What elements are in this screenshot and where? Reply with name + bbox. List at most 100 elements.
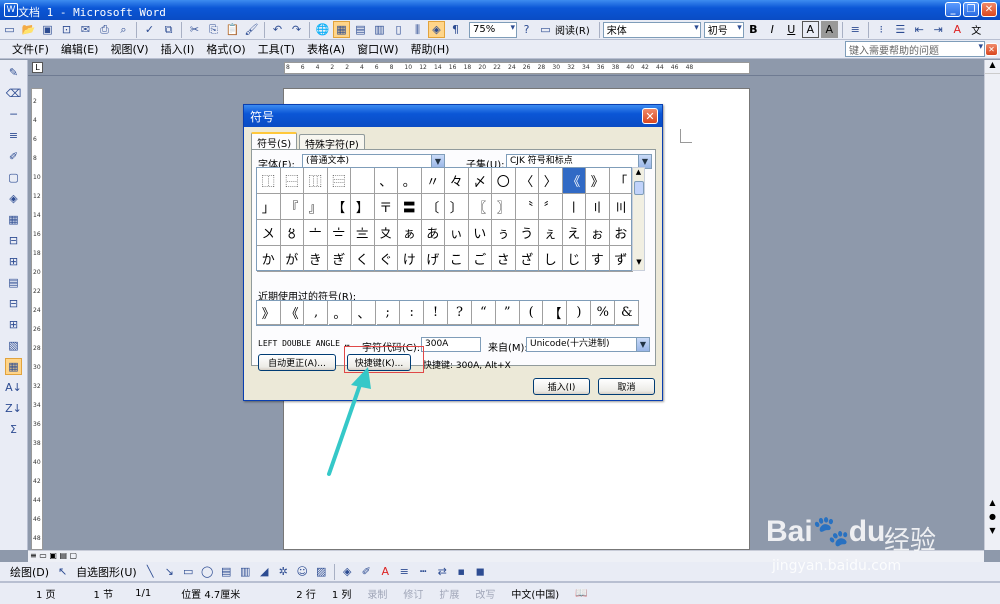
zoom-select[interactable]: 75%	[469, 21, 517, 38]
horizontal-ruler[interactable]: L 8 6 4 2 2 4 6 8 10 12 14 16 18 20 22 24 26 28 30 32 34 36 38…	[28, 60, 1000, 76]
arrow-icon[interactable]: ↘	[161, 563, 178, 580]
menu-table[interactable]: 表格(A)	[307, 41, 345, 57]
symbol-cell[interactable]: ご	[468, 246, 492, 272]
symbol-cell[interactable]: 「	[609, 168, 633, 194]
symbol-cell[interactable]: ぁ	[398, 220, 422, 246]
align-justify-icon[interactable]: ≡	[847, 21, 864, 38]
bullets-icon[interactable]: ☰	[892, 21, 909, 38]
symbol-cell[interactable]: 》	[586, 168, 610, 194]
menu-help[interactable]: 帮助(H)	[411, 41, 450, 57]
line-weight-icon[interactable]: ≡	[5, 127, 22, 144]
symbol-cell[interactable]: 』	[304, 194, 328, 220]
draw-line-style-icon[interactable]: ≡	[396, 563, 413, 580]
wordart-icon[interactable]: ◢	[256, 563, 273, 580]
symbol-cell[interactable]: 〝	[515, 194, 539, 220]
document-map-icon[interactable]: ◈	[428, 21, 445, 38]
format-painter-icon[interactable]: 🖌	[243, 21, 260, 38]
symbol-cell[interactable]: く	[351, 246, 375, 272]
spelling-status-icon[interactable]: 📖	[567, 588, 595, 599]
symbol-cell[interactable]: ぅ	[492, 220, 516, 246]
research-icon[interactable]: ⧉	[160, 21, 177, 38]
symbol-cell[interactable]: 々	[445, 168, 469, 194]
autoformat-icon[interactable]: ▧	[5, 337, 22, 354]
dialog-close-button[interactable]: ✕	[642, 108, 658, 124]
help-icon[interactable]: ?	[518, 21, 535, 38]
menu-edit[interactable]: 编辑(E)	[61, 41, 99, 57]
tables-borders-icon[interactable]: ▦	[333, 21, 350, 38]
underline-button[interactable]: U	[783, 21, 800, 38]
symbol-cell[interactable]: ぇ	[539, 220, 563, 246]
numbering-icon[interactable]: ⁝	[873, 21, 890, 38]
recent-symbol-cell[interactable]: !	[424, 301, 448, 325]
grid-scroll-down-icon[interactable]: ▼	[633, 258, 645, 270]
spelling-icon[interactable]: ✓	[141, 21, 158, 38]
symbol-cell[interactable]: お	[609, 220, 633, 246]
fill-color-icon[interactable]: ◈	[339, 563, 356, 580]
grid-scroll-thumb[interactable]	[634, 181, 644, 195]
eraser-icon[interactable]: ⌫	[5, 85, 22, 102]
symbol-cell[interactable]: 〇	[492, 168, 516, 194]
status-trk[interactable]: 修订	[395, 586, 431, 601]
symbol-cell[interactable]: い	[468, 220, 492, 246]
menu-insert[interactable]: 插入(I)	[161, 41, 195, 57]
word-app-icon[interactable]: W	[4, 3, 18, 17]
sort-asc-icon[interactable]: A↓	[5, 379, 22, 396]
columns-icon[interactable]: ▯	[390, 21, 407, 38]
symbol-cell[interactable]: 〓	[398, 194, 422, 220]
textbox-icon[interactable]: ▤	[218, 563, 235, 580]
email-icon[interactable]: ✉	[77, 21, 94, 38]
draw-font-color-icon[interactable]: A	[377, 563, 394, 580]
draw-menu[interactable]: 绘图(D)	[10, 564, 49, 580]
menu-file[interactable]: 文件(F)	[12, 41, 49, 57]
insert-button[interactable]: 插入(I)	[533, 378, 590, 395]
symbol-cell[interactable]: 『	[280, 194, 304, 220]
char-code-input[interactable]: 300A	[421, 337, 481, 352]
undo-icon[interactable]: ↶	[269, 21, 286, 38]
symbol-cell[interactable]: 〢	[586, 194, 610, 220]
align-icon[interactable]: ▤	[5, 274, 22, 291]
print-icon[interactable]: ⎙	[96, 21, 113, 38]
line-style-icon[interactable]: ─	[5, 106, 22, 123]
insert-table-side-icon[interactable]: ▦	[5, 211, 22, 228]
menu-window[interactable]: 窗口(W)	[357, 41, 398, 57]
recent-symbol-cell[interactable]: ”	[496, 301, 520, 325]
hyperlink-icon[interactable]: 🌐	[314, 21, 331, 38]
vertical-scrollbar[interactable]: ▲ ▲ ● ▼	[984, 60, 1000, 550]
recent-symbol-cell[interactable]: 》	[257, 301, 281, 325]
symbol-cell[interactable]: ⿰	[257, 168, 281, 194]
symbol-cell[interactable]: け	[398, 246, 422, 272]
diagram-icon[interactable]: ✲	[275, 563, 292, 580]
symbol-cell[interactable]: 〤	[257, 220, 281, 246]
3d-icon[interactable]: ◼	[472, 563, 489, 580]
symbol-cell[interactable]: 〃	[421, 168, 445, 194]
borders-icon[interactable]: ▢	[5, 169, 22, 186]
minimize-button[interactable]: _	[945, 2, 961, 17]
insert-excel-icon[interactable]: ▥	[371, 21, 388, 38]
autosum-icon[interactable]: Σ	[5, 421, 22, 438]
symbol-cell[interactable]: 〦	[304, 220, 328, 246]
bold-button[interactable]: B	[745, 21, 762, 38]
decrease-indent-icon[interactable]: ⇤	[911, 21, 928, 38]
symbol-cell[interactable]: か	[257, 246, 281, 272]
symbol-cell[interactable]: 】	[351, 194, 375, 220]
restore-button[interactable]: ❐	[963, 2, 979, 17]
recent-symbol-cell[interactable]: &	[615, 301, 639, 325]
menu-format[interactable]: 格式(O)	[206, 41, 245, 57]
symbol-cell[interactable]: 、	[374, 168, 398, 194]
symbol-cell[interactable]: さ	[492, 246, 516, 272]
border-color-icon[interactable]: ✐	[5, 148, 22, 165]
symbol-cell[interactable]: ぐ	[374, 246, 398, 272]
merge-cells-icon[interactable]: ⊟	[5, 232, 22, 249]
paste-icon[interactable]: 📋	[224, 21, 241, 38]
recent-symbol-cell[interactable]: %	[591, 301, 616, 325]
symbol-cell[interactable]: ぉ	[586, 220, 610, 246]
symbol-cell[interactable]: 〥	[280, 220, 304, 246]
scroll-up-icon[interactable]: ▲	[985, 60, 1000, 74]
symbol-cell[interactable]: う	[515, 220, 539, 246]
symbol-cell[interactable]: ぃ	[445, 220, 469, 246]
symbol-cell[interactable]: こ	[445, 246, 469, 272]
draw-table-icon[interactable]: ✎	[5, 64, 22, 81]
vertical-ruler[interactable]: 2 4 6 8 10 12 14 16 18 20 22 24 26 28 30 32 34 36 38 40 42 44…	[28, 76, 46, 550]
grid-scroll-up-icon[interactable]: ▲	[633, 168, 644, 180]
recent-symbol-cell[interactable]: “	[472, 301, 496, 325]
